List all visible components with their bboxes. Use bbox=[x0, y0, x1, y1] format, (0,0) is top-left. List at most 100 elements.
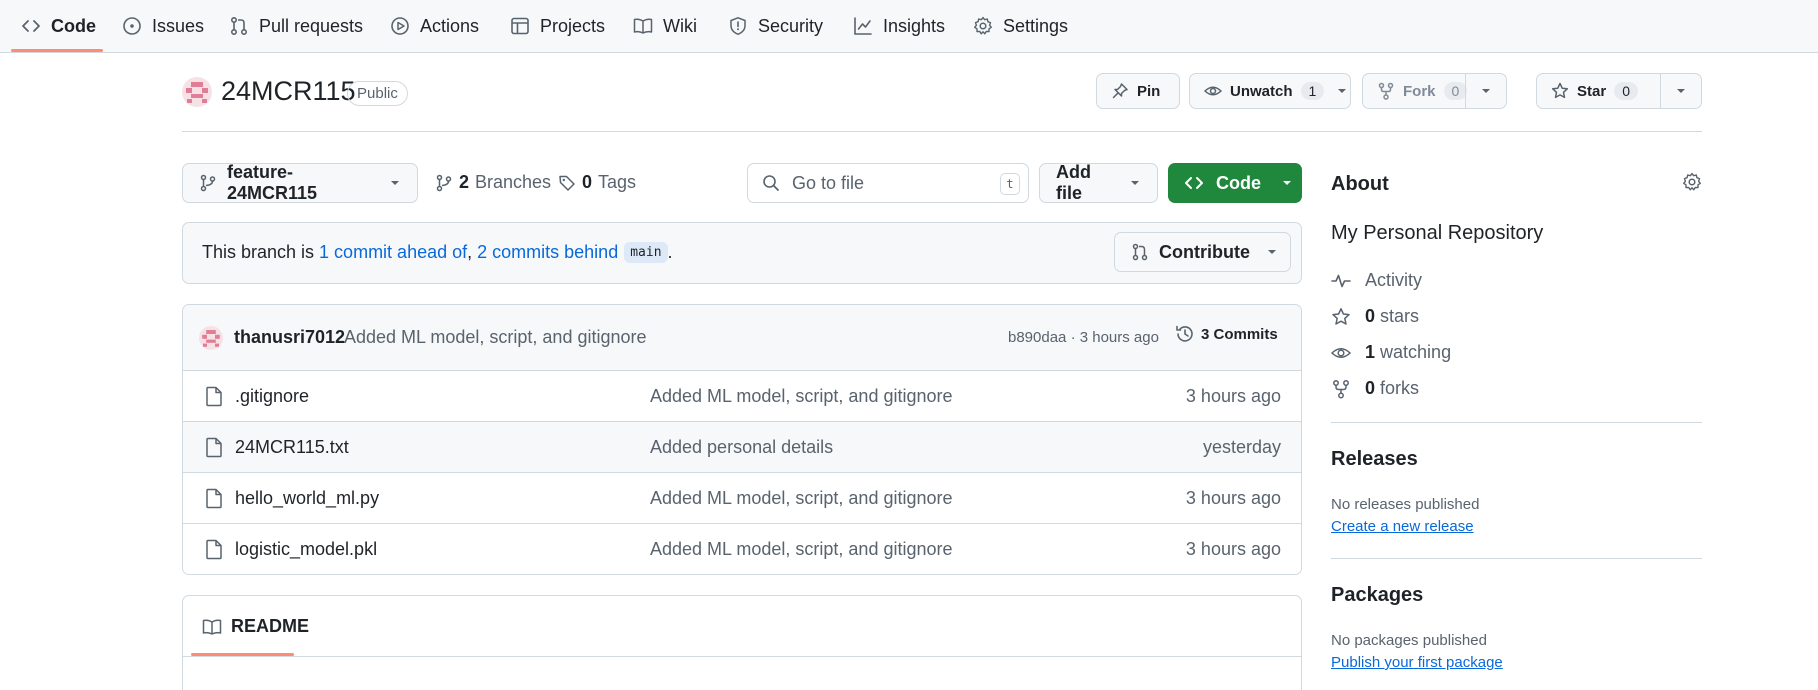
table-row[interactable]: 24MCR115.txt Added personal details yest… bbox=[183, 422, 1301, 473]
code-button[interactable]: Code bbox=[1168, 163, 1302, 203]
file-commit-message[interactable]: Added ML model, script, and gitignore bbox=[650, 488, 953, 509]
publish-package-link[interactable]: Publish your first package bbox=[1331, 654, 1503, 671]
repo-forked-icon bbox=[1331, 379, 1351, 399]
pulse-icon bbox=[1331, 271, 1351, 291]
table-row[interactable]: .gitignore Added ML model, script, and g… bbox=[183, 371, 1301, 422]
git-branch-icon bbox=[199, 174, 217, 192]
tags-link[interactable]: 0 Tags bbox=[558, 172, 636, 193]
file-name[interactable]: .gitignore bbox=[235, 386, 309, 407]
fork-label: Fork bbox=[1403, 82, 1436, 100]
gear-icon[interactable] bbox=[1682, 172, 1702, 192]
commits-history-link[interactable]: 3 Commits bbox=[1175, 324, 1278, 344]
readme-divider bbox=[183, 656, 1301, 657]
file-icon bbox=[204, 539, 224, 560]
activity-link[interactable]: Activity bbox=[1331, 270, 1422, 291]
file-name[interactable]: logistic_model.pkl bbox=[235, 539, 377, 560]
watching-link[interactable]: 1 watching bbox=[1331, 342, 1451, 363]
history-icon bbox=[1175, 324, 1195, 344]
unwatch-label: Unwatch bbox=[1230, 82, 1293, 100]
star-icon bbox=[1331, 307, 1351, 327]
tab-security[interactable]: Security bbox=[718, 0, 833, 52]
commits-behind-link[interactable]: 2 commits behind bbox=[477, 242, 618, 263]
keyboard-shortcut-hint: t bbox=[1000, 173, 1020, 195]
watch-counter: 1 bbox=[1300, 82, 1325, 100]
table-row[interactable]: logistic_model.pkl Added ML model, scrip… bbox=[183, 524, 1301, 574]
repo-name[interactable]: 24MCR115 bbox=[221, 76, 356, 107]
star-button[interactable]: Star 0 bbox=[1536, 73, 1702, 109]
star-dropdown[interactable] bbox=[1660, 74, 1701, 108]
tab-label: Insights bbox=[883, 15, 946, 36]
tab-pull-requests[interactable]: Pull requests bbox=[219, 0, 373, 52]
contribute-button[interactable]: Contribute bbox=[1114, 232, 1291, 272]
tab-code[interactable]: Code bbox=[11, 0, 106, 52]
commits-ahead-link[interactable]: 1 commit ahead of bbox=[319, 242, 467, 263]
latest-commit-row: thanusri7012 Added ML model, script, and… bbox=[183, 305, 1301, 371]
add-file-button[interactable]: Add file bbox=[1039, 162, 1158, 203]
pin-label: Pin bbox=[1137, 82, 1161, 100]
file-commit-message[interactable]: Added ML model, script, and gitignore bbox=[650, 539, 953, 560]
repo-owner-avatar[interactable] bbox=[182, 77, 212, 107]
create-release-link[interactable]: Create a new release bbox=[1331, 518, 1474, 535]
releases-heading[interactable]: Releases bbox=[1331, 448, 1418, 471]
go-to-file-input[interactable] bbox=[792, 172, 992, 194]
chevron-down-icon bbox=[1266, 246, 1278, 258]
code-icon bbox=[1184, 173, 1204, 193]
tab-label: Actions bbox=[420, 15, 480, 36]
fork-counter: 0 bbox=[1443, 82, 1468, 100]
forks-label: forks bbox=[1380, 378, 1420, 398]
branch-selector[interactable]: feature-24MCR115 bbox=[182, 162, 418, 203]
commit-hash-time[interactable]: b890daa · 3 hours ago bbox=[1008, 329, 1159, 346]
tags-label: Tags bbox=[598, 172, 637, 192]
file-icon bbox=[204, 488, 224, 509]
file-name[interactable]: hello_world_ml.py bbox=[235, 488, 379, 509]
commit-message[interactable]: Added ML model, script, and gitignore bbox=[344, 327, 647, 348]
chevron-down-icon bbox=[1675, 85, 1687, 97]
pin-button[interactable]: Pin bbox=[1096, 73, 1180, 109]
about-heading: About bbox=[1331, 173, 1389, 195]
tab-wiki[interactable]: Wiki bbox=[623, 0, 707, 52]
no-packages-text: No packages published bbox=[1331, 632, 1487, 649]
readme-tab[interactable]: README bbox=[202, 616, 309, 637]
chevron-down-icon bbox=[1281, 177, 1293, 189]
graph-icon bbox=[853, 16, 873, 36]
file-table: thanusri7012 Added ML model, script, and… bbox=[182, 304, 1302, 575]
chevron-down-icon bbox=[1480, 85, 1492, 97]
branch-status-banner: This branch is 1 commit ahead of , 2 com… bbox=[182, 222, 1302, 284]
tab-projects[interactable]: Projects bbox=[500, 0, 615, 52]
tab-issues[interactable]: Issues bbox=[112, 0, 214, 52]
activity-label: Activity bbox=[1365, 270, 1423, 290]
fork-dropdown[interactable] bbox=[1465, 74, 1506, 108]
forks-count: 0 bbox=[1365, 378, 1376, 398]
stars-link[interactable]: 0 stars bbox=[1331, 306, 1419, 327]
file-commit-time: 3 hours ago bbox=[1185, 488, 1281, 508]
go-to-file-search[interactable]: t bbox=[747, 163, 1029, 203]
file-commit-message[interactable]: Added personal details bbox=[650, 437, 833, 458]
branches-link[interactable]: 2 Branches bbox=[435, 172, 551, 193]
table-row[interactable]: hello_world_ml.py Added ML model, script… bbox=[183, 473, 1301, 524]
tab-label: Projects bbox=[540, 15, 606, 36]
no-releases-text: No releases published bbox=[1331, 496, 1480, 513]
tab-insights[interactable]: Insights bbox=[843, 0, 955, 52]
tab-actions[interactable]: Actions bbox=[380, 0, 489, 52]
branches-label: Branches bbox=[475, 172, 552, 192]
visibility-badge: Public bbox=[347, 81, 408, 106]
tab-label: Pull requests bbox=[259, 15, 364, 36]
tab-settings[interactable]: Settings bbox=[963, 0, 1078, 52]
tab-label: Code bbox=[51, 15, 96, 36]
forks-link[interactable]: 0 forks bbox=[1331, 378, 1419, 399]
fork-button[interactable]: Fork 0 bbox=[1362, 73, 1507, 109]
stars-count: 0 bbox=[1365, 306, 1376, 326]
file-commit-time: 3 hours ago bbox=[1185, 539, 1281, 559]
file-name[interactable]: 24MCR115.txt bbox=[235, 437, 349, 458]
avatar[interactable] bbox=[199, 326, 223, 350]
file-commit-message[interactable]: Added ML model, script, and gitignore bbox=[650, 386, 953, 407]
chevron-down-icon bbox=[389, 177, 401, 189]
header-divider bbox=[182, 131, 1702, 132]
star-icon bbox=[1551, 82, 1569, 100]
packages-heading[interactable]: Packages bbox=[1331, 584, 1423, 607]
status-separator: , bbox=[467, 242, 478, 262]
unwatch-button[interactable]: Unwatch 1 bbox=[1189, 73, 1351, 109]
base-branch-pill[interactable]: main bbox=[624, 242, 668, 263]
commit-author[interactable]: thanusri7012 bbox=[234, 327, 345, 348]
readme-tab-label: README bbox=[231, 616, 310, 636]
